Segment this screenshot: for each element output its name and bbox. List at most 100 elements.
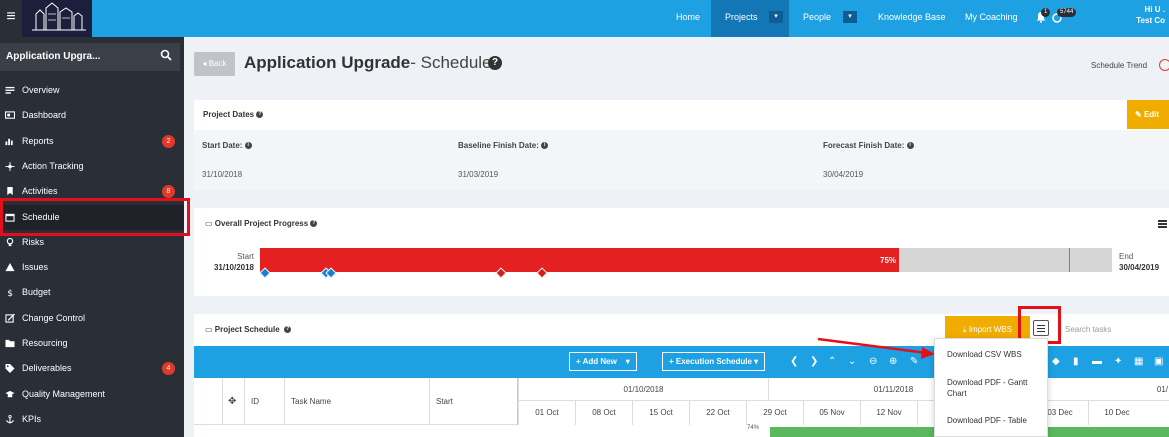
svg-text:$: $ — [7, 289, 13, 297]
notification-badge: 1 — [1041, 8, 1051, 17]
add-new-label: + Add New — [576, 357, 617, 366]
help-icon[interactable]: ? — [310, 220, 318, 228]
add-new-button[interactable]: + Add New ▾ — [569, 352, 637, 371]
schedule-trend-icon[interactable] — [1159, 59, 1169, 71]
timeline-week: 10 Dec — [1088, 401, 1145, 425]
sidebar-item-label: Quality Management — [22, 388, 106, 399]
baseline-date-label-text: Baseline Finish Date: — [458, 141, 539, 150]
lightbulb-icon — [6, 237, 14, 246]
sidebar-item-label: Reports — [22, 135, 54, 146]
task-grid-header: ✥ ID Task Name Start — [194, 378, 517, 425]
sidebar-item-quality-management[interactable]: Quality Management — [0, 382, 184, 407]
column-header-task-name[interactable]: Task Name — [284, 378, 429, 425]
tag-icon — [5, 364, 15, 374]
people-caret-icon[interactable]: ▾ — [843, 11, 857, 23]
download-csv-wbs-item[interactable]: Download CSV WBS — [947, 349, 1045, 360]
schedule-highlight-box — [0, 198, 190, 236]
timeline-week: 29 Oct — [746, 401, 803, 425]
timeline-week: 15 Oct — [632, 401, 689, 425]
projects-caret-icon[interactable]: ▾ — [769, 11, 783, 23]
schedule-trend-label[interactable]: Schedule Trend — [1091, 61, 1147, 70]
sidebar-item-label: Action Tracking — [22, 160, 84, 171]
progress-start: Start 31/10/2018 — [206, 251, 254, 273]
column-header-id[interactable]: ID — [244, 378, 284, 425]
user-name: Hi U . — [1144, 5, 1165, 14]
schedule-title: ▭ Project Schedule ? — [205, 325, 292, 334]
progress-menu-icon[interactable] — [1158, 220, 1167, 228]
edit-dates-button[interactable]: ✎ Edit — [1127, 100, 1169, 129]
sidebar-item-overview[interactable]: Overview — [0, 78, 184, 103]
timeline-header: 01/10/2018 01/11/2018 01/ 01 Oct 08 Oct 15… — [517, 378, 1169, 425]
sidebar-item-label: Budget — [22, 287, 51, 298]
sidebar-item-kpis[interactable]: KPIs — [0, 407, 184, 432]
chevron-left-icon[interactable]: ❮ — [790, 356, 798, 368]
user-greeting[interactable]: Hi U . Test Co — [1136, 4, 1165, 26]
save-icon[interactable]: ▣ — [1154, 356, 1163, 368]
timeline-week: 05 Nov — [803, 401, 860, 425]
hamburger-menu-icon[interactable]: ≡ — [0, 0, 22, 37]
sidebar-item-dashboard[interactable]: Dashboard — [0, 103, 184, 128]
truck-icon[interactable]: ▬ — [1092, 356, 1102, 368]
help-icon[interactable]: ? — [284, 326, 292, 334]
drag-handle-icon[interactable]: ✥ — [222, 378, 238, 425]
help-icon[interactable]: ? — [256, 111, 264, 119]
project-search[interactable]: Application Upgra... — [0, 43, 180, 71]
timeline-week: 08 Oct — [575, 401, 632, 425]
bar-chart-icon — [5, 138, 13, 145]
nav-people[interactable]: People — [803, 0, 831, 37]
search-tasks-input[interactable]: Search tasks — [1065, 325, 1111, 334]
info-icon[interactable]: i — [906, 142, 914, 150]
graduation-cap-icon — [5, 390, 15, 397]
sidebar-item-label: Change Control — [22, 312, 86, 323]
bookmark-icon[interactable]: ▮ — [1073, 356, 1079, 368]
pin-icon[interactable]: ✦ — [1114, 356, 1122, 368]
help-icon[interactable]: ? — [488, 56, 502, 70]
sidebar-count-badge: 4 — [162, 362, 175, 376]
company-logo[interactable] — [22, 0, 92, 37]
nav-knowledge-base[interactable]: Knowledge Base — [878, 0, 946, 37]
crosshair-icon — [5, 161, 15, 171]
execution-schedule-label: + Execution Schedule — [669, 357, 752, 366]
task-row-percent: 74% — [747, 425, 760, 431]
sidebar-item-label: Overview — [22, 85, 60, 95]
import-wbs-label: Import WBS — [968, 325, 1012, 334]
sidebar-item-action-tracking[interactable]: Action Tracking — [0, 154, 184, 179]
sidebar-count-badge: 8 — [162, 185, 175, 199]
sidebar-item-deliverables[interactable]: Deliverables 4 — [0, 356, 184, 381]
dashboard-icon — [5, 111, 15, 120]
column-header-start[interactable]: Start — [429, 378, 517, 425]
nav-home[interactable]: Home — [676, 0, 700, 37]
sidebar-count-badge: 2 — [162, 134, 175, 148]
download-pdf-gantt-item[interactable]: Download PDF - Gantt Chart — [947, 377, 1045, 399]
sidebar-item-label: Resourcing — [22, 338, 68, 348]
info-icon[interactable]: i — [541, 142, 549, 150]
forecast-date-value: 30/04/2019 — [823, 170, 864, 179]
sidebar-item-budget[interactable]: $ Budget — [0, 280, 184, 305]
start-date-label: Start Date: i — [202, 141, 252, 150]
sidebar: Application Upgra... Overview Dashboard Re… — [0, 37, 184, 437]
search-icon[interactable] — [160, 49, 172, 61]
sidebar-item-resourcing[interactable]: Resourcing — [0, 331, 184, 356]
execution-schedule-button[interactable]: + Execution Schedule ▾ — [662, 352, 766, 371]
sidebar-item-reports[interactable]: Reports 2 — [0, 129, 184, 154]
dates-band — [194, 130, 1169, 190]
progress-end-date: 30/04/2019 — [1119, 263, 1160, 272]
export-dropdown-menu: Download CSV WBS Download PDF - Gantt Ch… — [934, 338, 1048, 437]
diamond-icon[interactable]: ◆ — [1052, 356, 1060, 368]
edit-icon — [5, 313, 15, 323]
nav-my-coaching[interactable]: My Coaching — [965, 0, 1018, 37]
anchor-icon — [5, 414, 15, 424]
sidebar-item-change-control[interactable]: Change Control — [0, 306, 184, 331]
project-search-text: Application Upgra... — [6, 51, 101, 62]
download-pdf-table-item[interactable]: Download PDF - Table — [947, 415, 1045, 426]
sidebar-item-issues[interactable]: Issues — [0, 255, 184, 280]
dropdown-caret-icon: ▾ — [625, 357, 630, 366]
timeline-week: 12 Nov — [860, 401, 917, 425]
table-icon[interactable]: ▦ — [1134, 356, 1143, 368]
back-label: Back — [208, 59, 227, 68]
back-button[interactable]: ◂ Back — [194, 52, 235, 76]
page-title-section: - Schedule — [410, 53, 492, 72]
timeline-week: 22 Oct — [689, 401, 746, 425]
page-title-project: Application Upgrade — [244, 53, 411, 72]
info-icon[interactable]: i — [244, 142, 252, 150]
